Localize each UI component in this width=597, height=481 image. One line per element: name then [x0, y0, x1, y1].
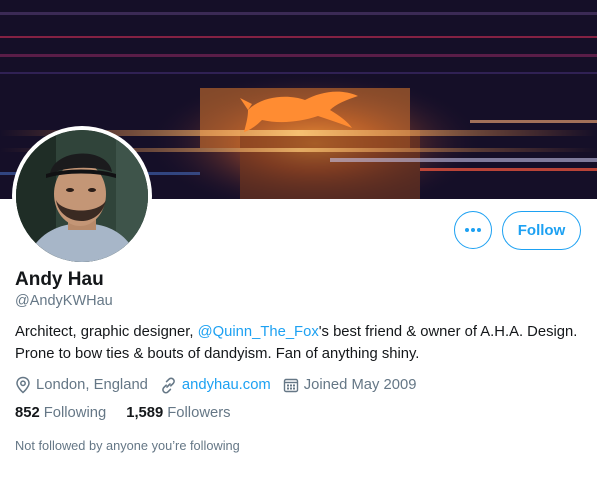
followers-label: Followers	[167, 405, 231, 421]
avatar[interactable]	[16, 130, 148, 262]
joined-text: Joined May 2009	[303, 377, 417, 393]
calendar-icon	[283, 378, 298, 393]
link-icon	[162, 377, 175, 393]
following-link[interactable]: 852 Following	[15, 405, 106, 421]
profile-stats: 852 Following 1,589 Followers	[15, 405, 251, 421]
profile-bio: Architect, graphic designer, @Quinn_The_…	[15, 321, 590, 365]
website-item: andyhau.com	[160, 377, 271, 394]
follow-button[interactable]: Follow	[502, 211, 581, 250]
following-count: 852	[15, 405, 40, 421]
joined-item: Joined May 2009	[283, 377, 417, 393]
followed-by-text: Not followed by anyone you’re following	[15, 438, 240, 453]
profile-page: Follow Andy Hau @AndyKWHau Architect, gr…	[0, 0, 597, 481]
more-dots-icon	[465, 228, 481, 232]
location-pin-icon	[16, 376, 30, 394]
location-text: London, England	[36, 377, 148, 393]
followers-link[interactable]: 1,589 Followers	[126, 405, 230, 421]
profile-handle: @AndyKWHau	[15, 293, 113, 309]
avatar-border	[12, 126, 152, 266]
bio-mention-link[interactable]: @Quinn_The_Fox	[198, 324, 319, 340]
followers-count: 1,589	[126, 405, 164, 421]
bio-text-prefix: Architect, graphic designer,	[15, 324, 198, 340]
profile-name: Andy Hau	[15, 269, 104, 290]
following-label: Following	[43, 405, 107, 421]
location-item: London, England	[15, 376, 148, 394]
website-link[interactable]: andyhau.com	[182, 377, 271, 393]
profile-meta: London, England andyhau.com Joined May 2…	[15, 374, 428, 396]
more-options-button[interactable]	[454, 211, 492, 249]
